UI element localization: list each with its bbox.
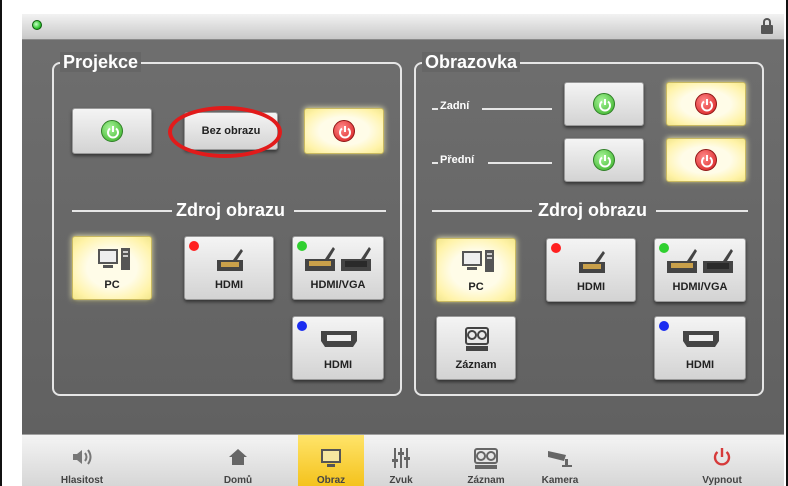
nav-label: Záznam bbox=[467, 475, 505, 486]
projekce-power-on-button[interactable] bbox=[72, 108, 152, 154]
rear-screen-power-off-button[interactable] bbox=[666, 82, 746, 126]
nav-recording[interactable]: Záznam bbox=[446, 435, 526, 486]
source-hdmi-button[interactable]: HDMI bbox=[184, 236, 274, 300]
source-hdmi-port-button[interactable]: HDMI bbox=[292, 316, 384, 380]
divider-line bbox=[432, 162, 438, 164]
computer-icon bbox=[98, 248, 130, 270]
obrazovka-title: Obrazovka bbox=[422, 52, 521, 72]
power-icon bbox=[101, 120, 123, 142]
red-indicator-dot bbox=[551, 243, 561, 253]
source-label: PC bbox=[104, 279, 120, 291]
hdmi-port-icon bbox=[321, 331, 357, 347]
source-label: Záznam bbox=[455, 359, 497, 371]
speaker-icon bbox=[73, 449, 92, 465]
control-panel-screen: Projekce Bez obrazu Zdroj obrazu PC HDMI… bbox=[22, 14, 784, 486]
frame-border-left bbox=[0, 0, 2, 486]
nav-label: Hlasitost bbox=[60, 475, 104, 486]
projekce-title: Projekce bbox=[60, 52, 142, 72]
source-recording-button[interactable]: Záznam bbox=[436, 316, 516, 380]
source-label: HDMI/VGA bbox=[310, 279, 366, 291]
source-hdmi-port-button[interactable]: HDMI bbox=[654, 316, 746, 380]
projekce-source-title: Zdroj obrazu bbox=[176, 200, 285, 220]
obrazovka-source-title: Zdroj obrazu bbox=[538, 200, 647, 220]
nav-label: Zvuk bbox=[389, 475, 413, 486]
power-icon bbox=[593, 149, 615, 171]
red-indicator-dot bbox=[189, 241, 199, 251]
nav-label: Obraz bbox=[316, 475, 346, 486]
front-screen-power-off-button[interactable] bbox=[666, 138, 746, 182]
power-icon bbox=[593, 93, 615, 115]
rear-screen-label: Zadní bbox=[440, 100, 470, 112]
front-screen-label: Přední bbox=[440, 154, 475, 166]
nav-power-off[interactable]: Vypnout bbox=[682, 435, 762, 486]
front-screen-power-on-button[interactable] bbox=[564, 138, 644, 182]
source-pc-button[interactable]: PC bbox=[436, 238, 516, 302]
source-hdmi-vga-button[interactable]: HDMI/VGA bbox=[292, 236, 384, 300]
nav-label: Kamera bbox=[541, 475, 579, 486]
recorder-icon bbox=[465, 327, 489, 351]
source-hdmi-button[interactable]: HDMI bbox=[546, 238, 636, 302]
camera-icon bbox=[548, 451, 572, 467]
source-label: HDMI bbox=[576, 281, 606, 293]
hdmi-port-icon bbox=[683, 331, 719, 347]
power-icon bbox=[695, 93, 717, 115]
recorder-icon bbox=[474, 448, 498, 469]
nav-image[interactable]: Obraz bbox=[298, 435, 364, 486]
obrazovka-panel: Obrazovka Zadní Přední Zdroj obrazu PC H… bbox=[414, 52, 764, 396]
nav-sound[interactable]: Zvuk bbox=[368, 435, 434, 486]
nav-label: Domů bbox=[223, 475, 253, 486]
source-label: PC bbox=[468, 281, 484, 293]
divider-line bbox=[72, 210, 172, 212]
status-led-icon bbox=[32, 20, 42, 30]
nav-camera[interactable]: Kamera bbox=[520, 435, 600, 486]
power-icon bbox=[695, 149, 717, 171]
divider-line bbox=[488, 162, 552, 164]
power-icon bbox=[333, 120, 355, 142]
source-label: HDMI bbox=[685, 359, 715, 371]
display-icon bbox=[321, 449, 341, 467]
hdmi-vga-cable-icon bbox=[305, 247, 371, 271]
divider-line bbox=[482, 108, 552, 110]
nav-volume[interactable]: Hlasitost bbox=[42, 435, 122, 486]
source-label: HDMI bbox=[214, 279, 244, 291]
divider-line bbox=[656, 210, 748, 212]
bottom-nav: Hlasitost Domů Obraz Zvuk Záznam Kamera … bbox=[22, 434, 784, 486]
highlight-circle bbox=[168, 106, 282, 158]
mixer-icon bbox=[392, 448, 410, 468]
blue-indicator-dot bbox=[297, 321, 307, 331]
nav-label: Vypnout bbox=[702, 475, 742, 486]
divider-line bbox=[432, 108, 438, 110]
source-hdmi-vga-button[interactable]: HDMI/VGA bbox=[654, 238, 746, 302]
lock-icon[interactable] bbox=[760, 18, 774, 34]
hdmi-vga-cable-icon bbox=[667, 249, 733, 273]
divider-line bbox=[432, 210, 532, 212]
source-label: HDMI/VGA bbox=[672, 281, 728, 293]
blue-indicator-dot bbox=[659, 321, 669, 331]
nav-home[interactable]: Domů bbox=[202, 435, 274, 486]
home-icon bbox=[229, 449, 247, 465]
screenshot-frame: Projekce Bez obrazu Zdroj obrazu PC HDMI… bbox=[0, 0, 788, 486]
divider-line bbox=[294, 210, 386, 212]
rear-screen-power-on-button[interactable] bbox=[564, 82, 644, 126]
computer-icon bbox=[462, 250, 494, 272]
power-icon bbox=[713, 448, 731, 466]
source-pc-button[interactable]: PC bbox=[72, 236, 152, 300]
title-bar bbox=[22, 14, 784, 40]
hdmi-cable-icon bbox=[579, 251, 605, 273]
projekce-power-off-button[interactable] bbox=[304, 108, 384, 154]
hdmi-cable-icon bbox=[217, 249, 243, 271]
source-label: HDMI bbox=[323, 359, 353, 371]
